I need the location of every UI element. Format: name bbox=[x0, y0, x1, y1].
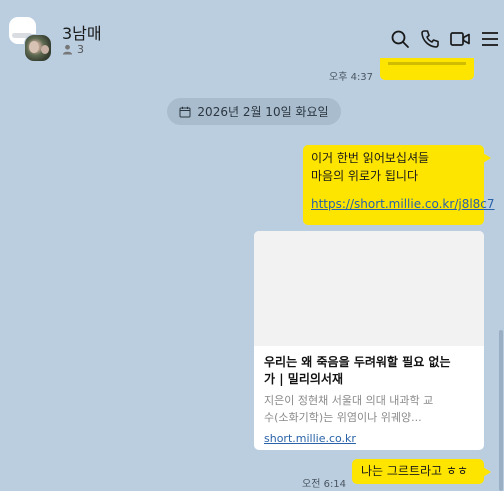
date-divider-text: 2026년 2월 10일 화요일 bbox=[197, 105, 329, 119]
prev-message-time: 오후 4:37 bbox=[329, 72, 374, 83]
link-preview-desc-line: 지은이 정현채 서울대 의대 내과학 교 bbox=[264, 394, 434, 407]
chat-header: 3남매 3 bbox=[0, 0, 504, 64]
link-preview-description: 지은이 정현채 서울대 의대 내과학 교 수(소화기학)는 위염이나 위궤양..… bbox=[254, 388, 484, 426]
date-divider: 2026년 2월 10일 화요일 bbox=[167, 98, 341, 125]
person-icon bbox=[62, 44, 73, 55]
message-bubble[interactable]: 이거 한번 읽어보십셔들 마음의 위로가 됩니다 https://short.m… bbox=[303, 145, 495, 225]
message-link[interactable]: https://short.millie.co.kr/j8l8c7 bbox=[311, 195, 495, 213]
menu-icon bbox=[482, 32, 498, 46]
message-bubble[interactable]: 나는 그르트라고 ㅎㅎ bbox=[352, 459, 491, 484]
member-count[interactable]: 3 bbox=[62, 43, 84, 56]
member-count-value: 3 bbox=[77, 43, 84, 56]
message-line: 마음의 위로가 됩니다 bbox=[311, 169, 418, 183]
scrollbar-thumb[interactable] bbox=[499, 330, 503, 491]
video-call-button[interactable] bbox=[449, 28, 471, 50]
message-text: 나는 그르트라고 ㅎㅎ bbox=[361, 464, 468, 478]
link-preview-title-line: 가 | 밀리의서재 bbox=[264, 372, 343, 386]
link-preview-domain[interactable]: short.millie.co.kr bbox=[254, 426, 484, 445]
menu-button[interactable] bbox=[479, 28, 501, 50]
avatar-front bbox=[24, 34, 52, 62]
link-preview-title-line: 우리는 왜 죽음을 두려워할 필요 없는 bbox=[264, 355, 451, 369]
message-time: 오전 6:14 bbox=[302, 479, 347, 490]
call-button[interactable] bbox=[419, 28, 441, 50]
prev-message-bubble[interactable] bbox=[380, 58, 474, 80]
room-title[interactable]: 3남매 bbox=[62, 20, 102, 44]
link-preview-desc-line: 수(소화기학)는 위염이나 위궤양... bbox=[264, 411, 422, 424]
link-preview-title: 우리는 왜 죽음을 두려워할 필요 없는 가 | 밀리의서재 bbox=[254, 346, 484, 388]
link-preview-thumbnail bbox=[254, 231, 484, 346]
group-avatar[interactable] bbox=[8, 14, 52, 62]
link-preview-card[interactable]: 우리는 왜 죽음을 두려워할 필요 없는 가 | 밀리의서재 지은이 정현채 서… bbox=[254, 231, 484, 450]
message-line: 이거 한번 읽어보십셔들 bbox=[311, 151, 430, 165]
calendar-icon bbox=[179, 106, 191, 117]
search-button[interactable] bbox=[389, 28, 411, 50]
phone-icon bbox=[421, 30, 439, 48]
video-call-icon bbox=[450, 32, 470, 46]
search-icon bbox=[391, 30, 409, 48]
